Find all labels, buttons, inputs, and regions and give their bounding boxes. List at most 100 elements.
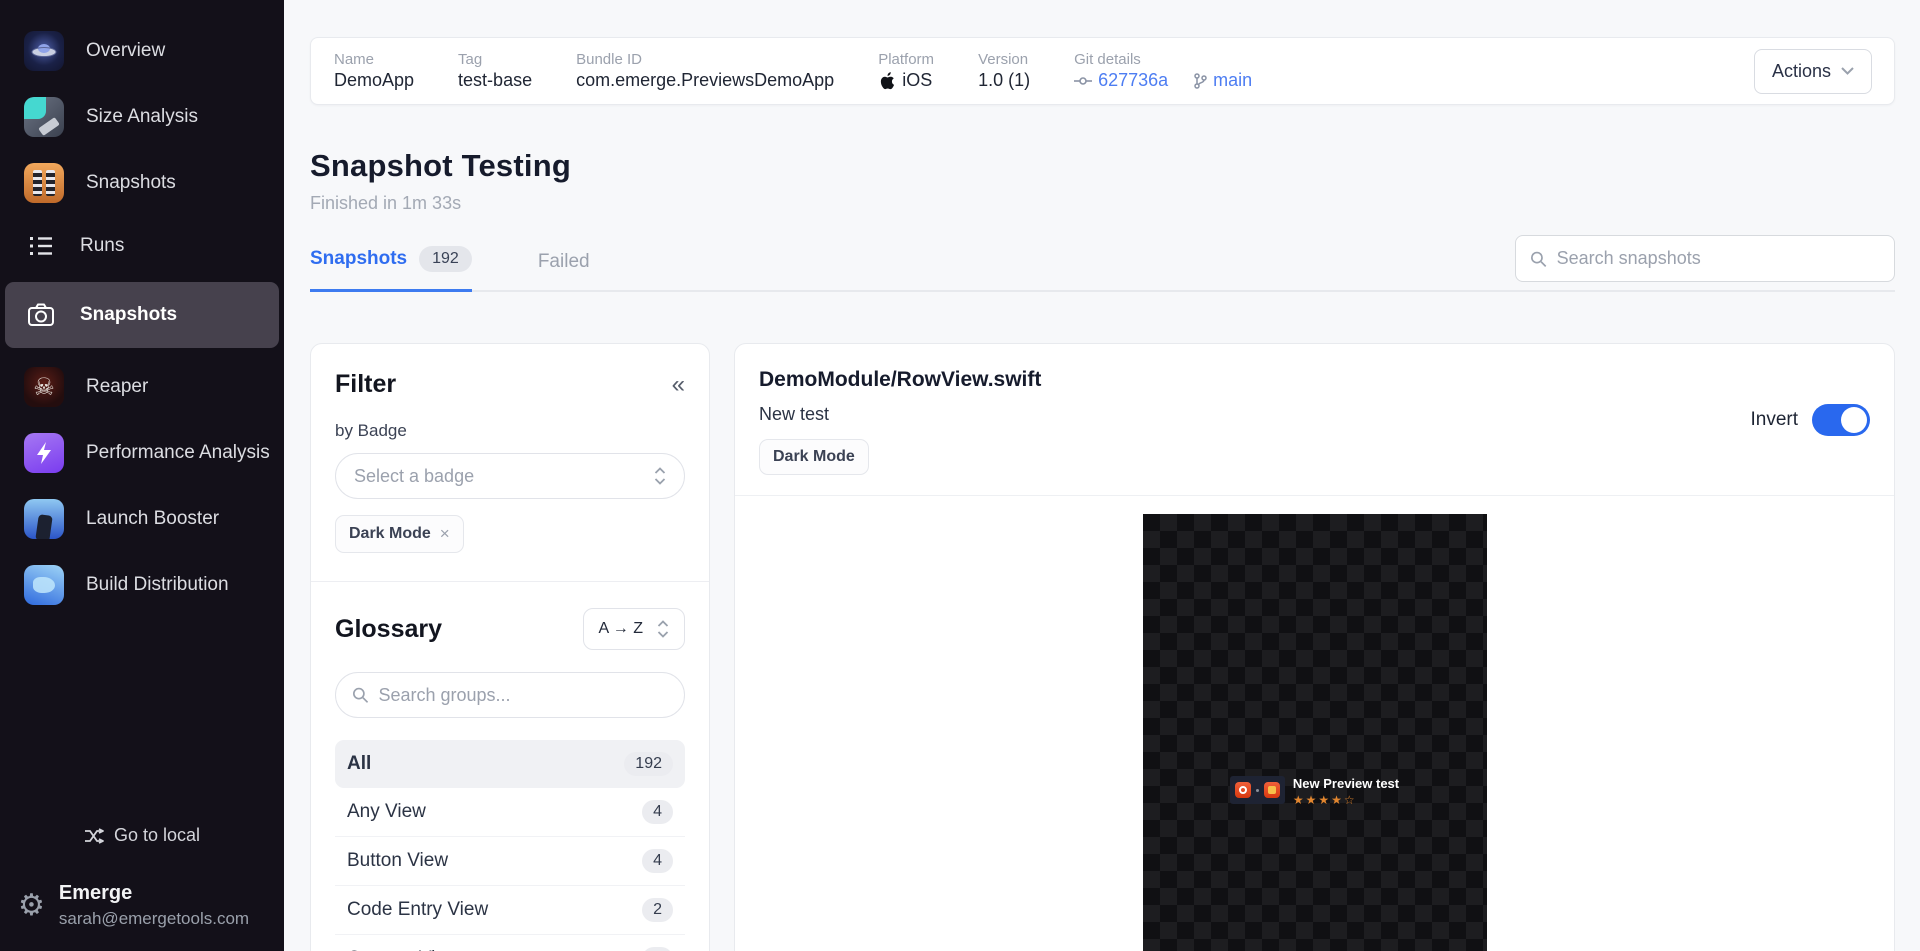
main-content: Name DemoApp Tag test-base Bundle ID com…	[284, 0, 1920, 951]
app-info-bar: Name DemoApp Tag test-base Bundle ID com…	[310, 37, 1895, 105]
tab-snapshots[interactable]: Snapshots 192	[310, 246, 472, 292]
preview-row-view: New Preview test ★★★★☆	[1143, 776, 1487, 807]
sidebar-item-launch-booster[interactable]: Launch Booster	[0, 486, 284, 552]
ufo-icon	[24, 31, 64, 71]
account-org: Emerge	[58, 882, 133, 904]
snapshot-file-title: DemoModule/RowView.swift	[759, 368, 1042, 391]
sidebar-item-snapshots-app[interactable]: Snapshots	[0, 150, 284, 216]
account-section[interactable]: ⚙ Emerge sarah@emergetools.com	[0, 856, 284, 929]
field-name: Name DemoApp	[334, 51, 414, 91]
filmstrip-icon	[24, 163, 64, 203]
sidebar-item-label: Snapshots	[86, 172, 176, 193]
gear-icon[interactable]: ⚙	[18, 890, 45, 921]
sidebar-item-label: Size Analysis	[86, 106, 198, 127]
shuffle-icon	[84, 827, 104, 844]
count-badge: 4	[642, 800, 673, 824]
skull-icon: ☠	[24, 367, 64, 407]
glossary-group-list: All 192 Any View 4 Button View 4 Code En…	[335, 740, 685, 951]
invert-toggle[interactable]	[1812, 404, 1870, 436]
snapshot-test-name: New test	[759, 404, 830, 424]
raygun-icon	[24, 97, 64, 137]
dot-icon	[1255, 788, 1259, 792]
sidebar-item-label: Snapshots	[80, 304, 178, 325]
invert-label: Invert	[1750, 409, 1798, 430]
chevron-down-icon	[1841, 67, 1854, 75]
group-row-all[interactable]: All 192	[335, 740, 685, 788]
collapse-panel-icon[interactable]: «	[672, 371, 685, 399]
search-snapshots-box	[1515, 235, 1895, 282]
search-groups-input[interactable]	[378, 684, 668, 706]
mini-app-icon	[1263, 782, 1280, 798]
field-label: Name	[334, 51, 375, 68]
glossary-title: Glossary	[335, 614, 443, 643]
sidebar-item-reaper[interactable]: ☠ Reaper	[0, 354, 284, 420]
sidebar-item-label: Overview	[86, 40, 166, 61]
snapshot-count-badge: 192	[419, 246, 472, 272]
chevron-updown-icon	[657, 620, 669, 638]
actions-button[interactable]: Actions	[1753, 48, 1872, 94]
field-label: Bundle ID	[576, 51, 642, 68]
count-badge: 2	[642, 898, 673, 922]
field-git-details: Git details 627736a main	[1074, 51, 1252, 91]
group-row-button-view[interactable]: Button View 4	[335, 837, 685, 886]
search-icon	[353, 687, 369, 703]
count-badge: 192	[624, 752, 673, 776]
group-row-content-view[interactable]: Content View 2	[335, 935, 685, 951]
field-label: Tag	[458, 51, 483, 68]
remove-badge-icon[interactable]: ×	[440, 524, 450, 544]
tab-failed[interactable]: Failed	[538, 251, 590, 290]
search-groups-box	[335, 672, 685, 718]
tabs-bar: Snapshots 192 Failed	[310, 235, 1895, 292]
field-value: com.emerge.PreviewsDemoApp	[576, 70, 835, 90]
field-version: Version 1.0 (1)	[978, 51, 1030, 91]
distribution-icon	[24, 565, 64, 605]
field-tag: Tag test-base	[458, 51, 532, 91]
by-badge-label: by Badge	[335, 421, 407, 440]
page-title: Snapshot Testing	[310, 148, 571, 183]
field-value: 1.0 (1)	[978, 70, 1031, 90]
field-value: DemoApp	[334, 70, 415, 90]
field-bundle-id: Bundle ID com.emerge.PreviewsDemoApp	[576, 51, 834, 91]
lightning-icon	[24, 433, 64, 473]
commit-link[interactable]: 627736a	[1074, 70, 1168, 91]
field-value: iOS	[902, 70, 933, 90]
badge-chip-dark-mode[interactable]: Dark Mode ×	[335, 515, 464, 553]
field-label: Platform	[878, 51, 935, 68]
sidebar-item-runs[interactable]: Runs	[0, 216, 284, 276]
mini-app-icon	[1234, 782, 1251, 798]
sidebar-item-snapshots[interactable]: Snapshots	[5, 282, 279, 348]
sidebar: Overview Size Analysis Snapshots Runs Sn…	[0, 0, 284, 951]
camera-icon	[24, 298, 58, 332]
filter-title: Filter	[335, 370, 397, 398]
list-icon	[24, 229, 58, 263]
count-badge: 2	[642, 947, 673, 951]
field-platform: Platform iOS	[878, 51, 934, 91]
sort-order-select[interactable]: A → Z	[582, 608, 685, 650]
field-value: test-base	[458, 70, 533, 90]
sidebar-item-build-distribution[interactable]: Build Distribution	[0, 552, 284, 618]
search-icon	[1531, 251, 1547, 267]
sidebar-nav: Overview Size Analysis Snapshots Runs Sn…	[0, 0, 284, 618]
group-row-any-view[interactable]: Any View 4	[335, 788, 685, 837]
sidebar-item-label: Build Distribution	[86, 574, 229, 595]
snapshot-preview-image[interactable]: New Preview test ★★★★☆	[1142, 514, 1487, 951]
branch-link[interactable]: main	[1194, 70, 1252, 91]
filter-panel: Filter « by Badge Select a badge Dark Mo…	[310, 343, 710, 951]
snapshot-badge-dark-mode[interactable]: Dark Mode	[759, 439, 869, 475]
go-to-local-button[interactable]: Go to local	[0, 815, 284, 856]
sidebar-item-overview[interactable]: Overview	[0, 18, 284, 84]
search-snapshots-input[interactable]	[1556, 248, 1880, 269]
branch-icon	[1194, 72, 1207, 89]
sidebar-item-performance[interactable]: Performance Analysis	[0, 420, 284, 486]
sidebar-footer: Go to local ⚙ Emerge sarah@emergetools.c…	[0, 815, 284, 951]
sidebar-item-size-analysis[interactable]: Size Analysis	[0, 84, 284, 150]
snapshot-card: DemoModule/RowView.swift New test Dark M…	[734, 343, 1895, 951]
go-to-local-label: Go to local	[113, 825, 201, 845]
badge-select[interactable]: Select a badge	[335, 453, 685, 499]
count-badge: 4	[642, 849, 673, 873]
chevron-updown-icon	[654, 467, 666, 485]
field-label: Version	[978, 51, 1029, 68]
divider	[311, 581, 709, 582]
group-row-code-entry-view[interactable]: Code Entry View 2	[335, 886, 685, 935]
sidebar-item-label: Runs	[80, 235, 125, 256]
